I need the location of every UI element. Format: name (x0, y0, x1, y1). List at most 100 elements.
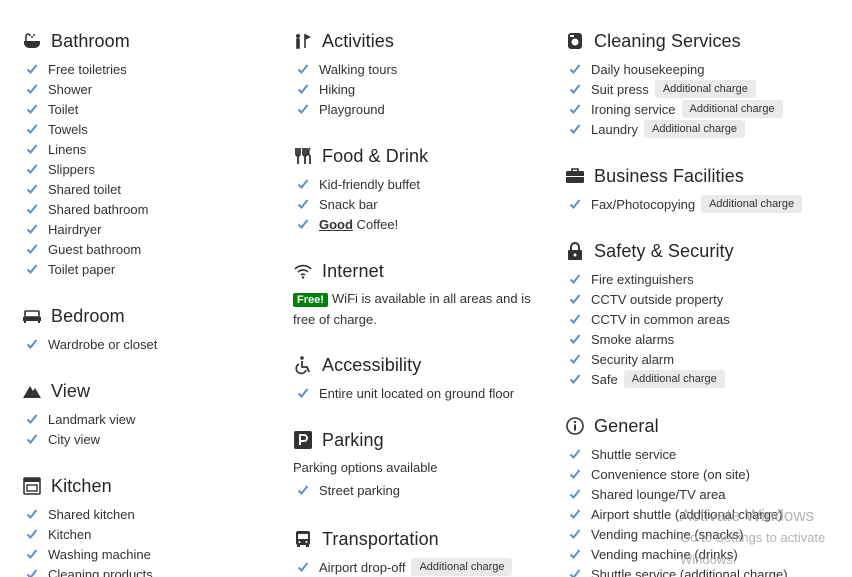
group-title: Internet (293, 259, 543, 283)
list-item: Fire extinguishers (565, 269, 850, 289)
list-item: Snack bar (293, 194, 543, 214)
item-label: Snack bar (319, 196, 378, 212)
bed-icon (22, 306, 42, 326)
briefcase-icon (565, 166, 585, 186)
list-item: Shared lounge/TV area (565, 484, 850, 504)
internet-text: WiFi is available in all areas and is fr… (293, 291, 531, 327)
general-title: General (594, 415, 659, 436)
group-safety: Safety & Security Fire extinguishers CCTV… (565, 239, 850, 389)
wheelchair-icon (293, 355, 313, 375)
list-item: Smoke alarms (565, 329, 850, 349)
list-item: City view (22, 429, 272, 449)
list-item: Shared bathroom (22, 199, 272, 219)
list-item: Linens (22, 139, 272, 159)
check-icon (569, 103, 581, 115)
item-label: Shared lounge/TV area (591, 486, 726, 502)
check-icon (569, 198, 581, 210)
item-label: Fire extinguishers (591, 271, 694, 287)
item-label: Shuttle service (591, 446, 677, 462)
check-icon (26, 123, 38, 135)
internet-title: Internet (322, 260, 384, 281)
list-item: Hiking (293, 79, 543, 99)
group-business: Business Facilities Fax/Photocopying Addi… (565, 164, 850, 214)
item-label: Ironing service (591, 101, 676, 117)
item-label: Shared toilet (48, 181, 121, 197)
bathroom-title: Bathroom (51, 30, 130, 51)
item-label: CCTV outside property (591, 291, 724, 307)
group-view: View Landmark view City view (22, 379, 272, 449)
item-label: Washing machine (48, 546, 151, 562)
bathroom-list: Free toiletries Shower Toilet Towels Linens S… (22, 59, 272, 279)
list-item: Washing machine (22, 544, 272, 564)
bus-icon (293, 529, 313, 549)
check-icon (569, 528, 581, 540)
additional-charge-badge: Additional charge (701, 195, 803, 213)
list-item: Daily housekeeping (565, 59, 850, 79)
list-item: Shower (22, 79, 272, 99)
free-badge: Free! (293, 293, 328, 307)
list-item: Street parking (293, 480, 543, 500)
item-label: Shared bathroom (48, 201, 149, 217)
group-title: Bathroom (22, 29, 272, 53)
check-icon (26, 83, 38, 95)
list-item: Safe Additional charge (565, 369, 850, 389)
item-label-coffee: Coffee! (352, 216, 399, 232)
list-item: Free toiletries (22, 59, 272, 79)
check-icon (26, 103, 38, 115)
oven-icon (22, 476, 42, 496)
list-item: CCTV in common areas (565, 309, 850, 329)
business-list: Fax/Photocopying Additional charge (565, 194, 850, 214)
food-list: Kid-friendly buffet Snack bar Good Coffe… (293, 174, 543, 234)
check-icon (26, 413, 38, 425)
food-title: Food & Drink (322, 145, 429, 166)
additional-charge-badge: Additional charge (623, 370, 725, 388)
group-title: Activities (293, 29, 543, 53)
check-icon (26, 548, 38, 560)
check-icon (569, 313, 581, 325)
additional-charge-badge: Additional charge (643, 120, 745, 138)
group-title: Food & Drink (293, 144, 543, 168)
check-icon (26, 338, 38, 350)
item-label: Slippers (48, 161, 95, 177)
check-icon (26, 203, 38, 215)
item-label: Linens (48, 141, 87, 157)
group-activities: Activities Walking tours Hiking Playground (293, 29, 543, 119)
check-icon (569, 123, 581, 135)
group-title: Safety & Security (565, 239, 850, 263)
item-label: Toilet (48, 101, 79, 117)
item-label: Daily housekeeping (591, 61, 705, 77)
check-icon (26, 263, 38, 275)
list-item: Entire unit located on ground floor (293, 383, 543, 403)
item-label: Convenience store (on site) (591, 466, 750, 482)
kitchen-title: Kitchen (51, 475, 112, 496)
list-item: Convenience store (on site) (565, 464, 850, 484)
windows-activation-watermark: Activate Windows Go to Settings to activ… (680, 505, 852, 571)
transportation-list: Airport drop-off Additional charge (293, 557, 543, 577)
item-label: Smoke alarms (591, 331, 675, 347)
group-kitchen: Kitchen Shared kitchen Kitchen Washing mac… (22, 474, 272, 577)
item-label: Hairdryer (48, 221, 102, 237)
mountain-icon (22, 381, 42, 401)
item-label-good: Good (319, 216, 353, 232)
lock-icon (565, 241, 585, 261)
view-title: View (51, 380, 91, 401)
item-label: Airport drop-off (319, 559, 406, 575)
check-icon (297, 83, 309, 95)
check-icon (26, 508, 38, 520)
check-icon (569, 63, 581, 75)
item-label: Guest bathroom (48, 241, 142, 257)
list-item: Cleaning products (22, 564, 272, 577)
item-label: Shower (48, 81, 93, 97)
item-label: Landmark view (48, 411, 136, 427)
list-item: Laundry Additional charge (565, 119, 850, 139)
check-icon (569, 568, 581, 577)
accessibility-title: Accessibility (322, 354, 422, 375)
group-title: Kitchen (22, 474, 272, 498)
parking-list: Street parking (293, 480, 543, 500)
item-label: Fax/Photocopying (591, 196, 696, 212)
check-icon (569, 508, 581, 520)
group-title: View (22, 379, 272, 403)
check-icon (26, 63, 38, 75)
check-icon (26, 528, 38, 540)
bedroom-list: Wardrobe or closet (22, 334, 272, 354)
